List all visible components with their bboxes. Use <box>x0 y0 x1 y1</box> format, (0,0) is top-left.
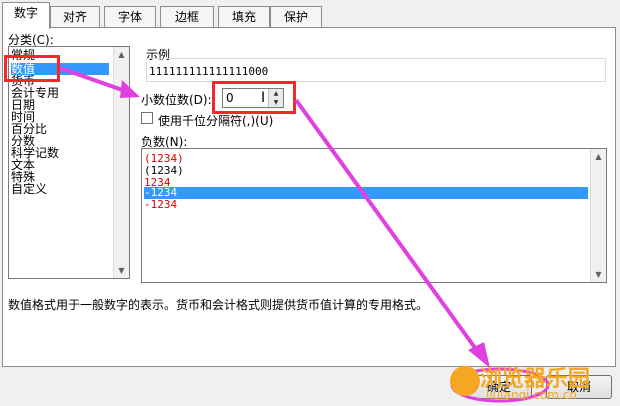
list-item[interactable]: 常规 <box>11 49 35 61</box>
decimal-places-value[interactable]: 0 <box>226 91 234 105</box>
category-scrollbar[interactable]: ▲ ▼ <box>113 47 129 278</box>
thousands-checkbox[interactable] <box>141 112 153 124</box>
category-list[interactable]: 常规 数值 货币 会计专用 日期 时间 百分比 分数 科学记数 文本 特殊 自定… <box>8 46 130 279</box>
tab-alignment[interactable]: 对齐 <box>50 6 100 27</box>
spin-up-icon[interactable]: ▲ <box>268 89 283 98</box>
tab-font[interactable]: 字体 <box>104 6 156 27</box>
spin-down-icon[interactable]: ▼ <box>268 98 283 107</box>
list-item[interactable]: -1234 <box>144 199 588 211</box>
decimal-label: 小数位数(D): <box>141 93 212 107</box>
scroll-up-icon[interactable]: ▲ <box>591 149 606 164</box>
decimal-places-stepper[interactable]: 0 I ▲ ▼ <box>222 88 284 108</box>
list-item-selected[interactable]: -1234 <box>144 187 588 199</box>
negatives-scrollbar[interactable]: ▲ ▼ <box>590 149 606 282</box>
scroll-down-icon[interactable]: ▼ <box>114 263 129 278</box>
watermark-logo-icon <box>450 366 480 396</box>
tab-number[interactable]: 数字 <box>2 2 50 29</box>
tab-border[interactable]: 边框 <box>160 6 214 27</box>
scroll-down-icon[interactable]: ▼ <box>591 267 606 282</box>
list-item[interactable]: (1234) <box>144 165 588 177</box>
watermark-url: liulanqi.com.cn <box>486 388 577 402</box>
list-item[interactable]: (1234) <box>144 153 588 165</box>
list-item[interactable]: 自定义 <box>11 183 47 195</box>
sample-box: 111111111111111000 <box>146 58 606 82</box>
text-cursor-icon: I <box>261 90 266 106</box>
sample-value: 111111111111111000 <box>149 65 269 78</box>
thousands-label: 使用千位分隔符(,)(U) <box>158 114 274 128</box>
tab-protection[interactable]: 保护 <box>270 6 322 27</box>
format-description: 数值格式用于一般数字的表示。货币和会计格式则提供货币值计算的专用格式。 <box>8 298 429 312</box>
tab-strip: 数字 对齐 字体 边框 填充 保护 <box>0 0 620 29</box>
scroll-up-icon[interactable]: ▲ <box>114 47 129 62</box>
tab-fill[interactable]: 填充 <box>218 6 270 27</box>
negatives-list[interactable]: (1234) (1234) 1234 -1234 -1234 ▲ ▼ <box>141 148 607 283</box>
